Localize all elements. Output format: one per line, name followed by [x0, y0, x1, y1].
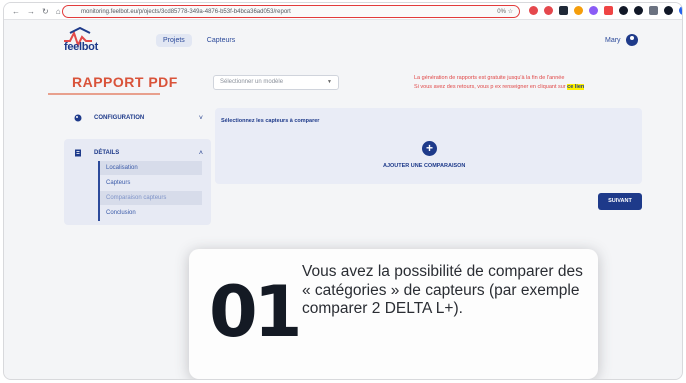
top-navigation: Projets Capteurs [156, 34, 242, 47]
feedback-link[interactable]: ce lien [567, 84, 585, 90]
browser-nav: ← → ↻ ⌂ [4, 7, 61, 16]
browser-window: ← → ↻ ⌂ monitoring.feelbot.eu/p/ojects/3… [3, 2, 683, 380]
add-comparison-label[interactable]: AJOUTER UNE COMPARAISON [383, 163, 465, 169]
add-comparison-button[interactable]: + [422, 141, 437, 156]
notice-line-2: Si vous avez des retours, vous p ex rens… [414, 84, 566, 90]
browser-extension-icon[interactable] [559, 6, 568, 15]
browser-extension-icon[interactable] [634, 6, 643, 15]
model-select-value: Sélectionner un modèle [220, 79, 284, 85]
zoom-star-indicator[interactable]: 0% ☆ [497, 8, 513, 15]
details-sub-list: Localisation Capteurs Comparaison capteu… [98, 161, 202, 221]
browser-extension-icon[interactable] [544, 6, 553, 15]
browser-extension-icon[interactable] [679, 6, 682, 15]
home-icon[interactable]: ⌂ [56, 7, 61, 16]
chevron-up-icon: ˄ [198, 149, 203, 157]
browser-extension-icon[interactable] [589, 6, 598, 15]
browser-extension-icon[interactable] [664, 6, 673, 15]
browser-toolbar: ← → ↻ ⌂ monitoring.feelbot.eu/p/ojects/3… [4, 3, 682, 20]
page-title: RAPPORT PDF [72, 74, 178, 90]
document-icon [75, 149, 81, 157]
arrow-right-icon[interactable]: → [27, 7, 35, 16]
sidebar-item-configuration[interactable]: CONFIGURATION ˅ [64, 107, 211, 129]
address-bar[interactable]: monitoring.feelbot.eu/p/ojects/3cd85778-… [62, 5, 520, 18]
user-menu[interactable]: Mary [605, 34, 638, 46]
sidebar-subitem-comparaison[interactable]: Comparaison capteurs [100, 191, 202, 205]
sidebar-item-label: CONFIGURATION [94, 115, 145, 121]
logo-text: feelbot [64, 41, 98, 53]
step-number: 01 [209, 271, 302, 353]
palette-icon [74, 114, 82, 122]
tab-projets[interactable]: Projets [156, 34, 192, 47]
browser-extension-icon[interactable] [529, 6, 538, 15]
user-name: Mary [605, 36, 621, 44]
tutorial-overlay-card: 01 Vous avez la possibilité de comparer … [189, 249, 598, 379]
next-button[interactable]: SUIVANT [598, 193, 642, 210]
details-section: DÉTAILS ˄ Localisation Capteurs Comparai… [64, 139, 211, 225]
model-select[interactable]: Sélectionner un modèle ▼ [213, 75, 339, 90]
chevron-down-icon: ˅ [198, 114, 203, 122]
report-sidebar: CONFIGURATION ˅ DÉTAILS ˄ Localisation C… [64, 105, 211, 225]
title-underline [48, 93, 160, 95]
sidebar-subitem-localisation[interactable]: Localisation [100, 161, 202, 175]
sidebar-subitem-conclusion[interactable]: Conclusion [100, 206, 202, 220]
notice-line-1: La génération de rapports est gratuite j… [414, 75, 565, 81]
extension-icons [529, 6, 682, 15]
browser-extension-icon[interactable] [604, 6, 613, 15]
compare-panel: Sélectionnez les capteurs à comparer + A… [215, 108, 642, 184]
url-text: monitoring.feelbot.eu/p/ojects/3cd85778-… [81, 8, 291, 15]
arrow-left-icon[interactable]: ← [12, 7, 20, 16]
compare-panel-title: Sélectionnez les capteurs à comparer [221, 118, 320, 124]
report-notice: La génération de rapports est gratuite j… [414, 74, 644, 92]
sidebar-item-label: DÉTAILS [94, 150, 120, 156]
chevron-down-icon: ▼ [327, 79, 332, 85]
browser-extension-icon[interactable] [649, 6, 658, 15]
sidebar-subitem-capteurs[interactable]: Capteurs [100, 176, 202, 190]
step-description: Vous avez la possibilité de comparer des… [302, 263, 583, 317]
browser-extension-icon[interactable] [619, 6, 628, 15]
tab-capteurs[interactable]: Capteurs [200, 34, 242, 47]
browser-extension-icon[interactable] [574, 6, 583, 15]
reload-icon[interactable]: ↻ [42, 7, 49, 16]
user-circle-icon[interactable] [625, 34, 638, 46]
